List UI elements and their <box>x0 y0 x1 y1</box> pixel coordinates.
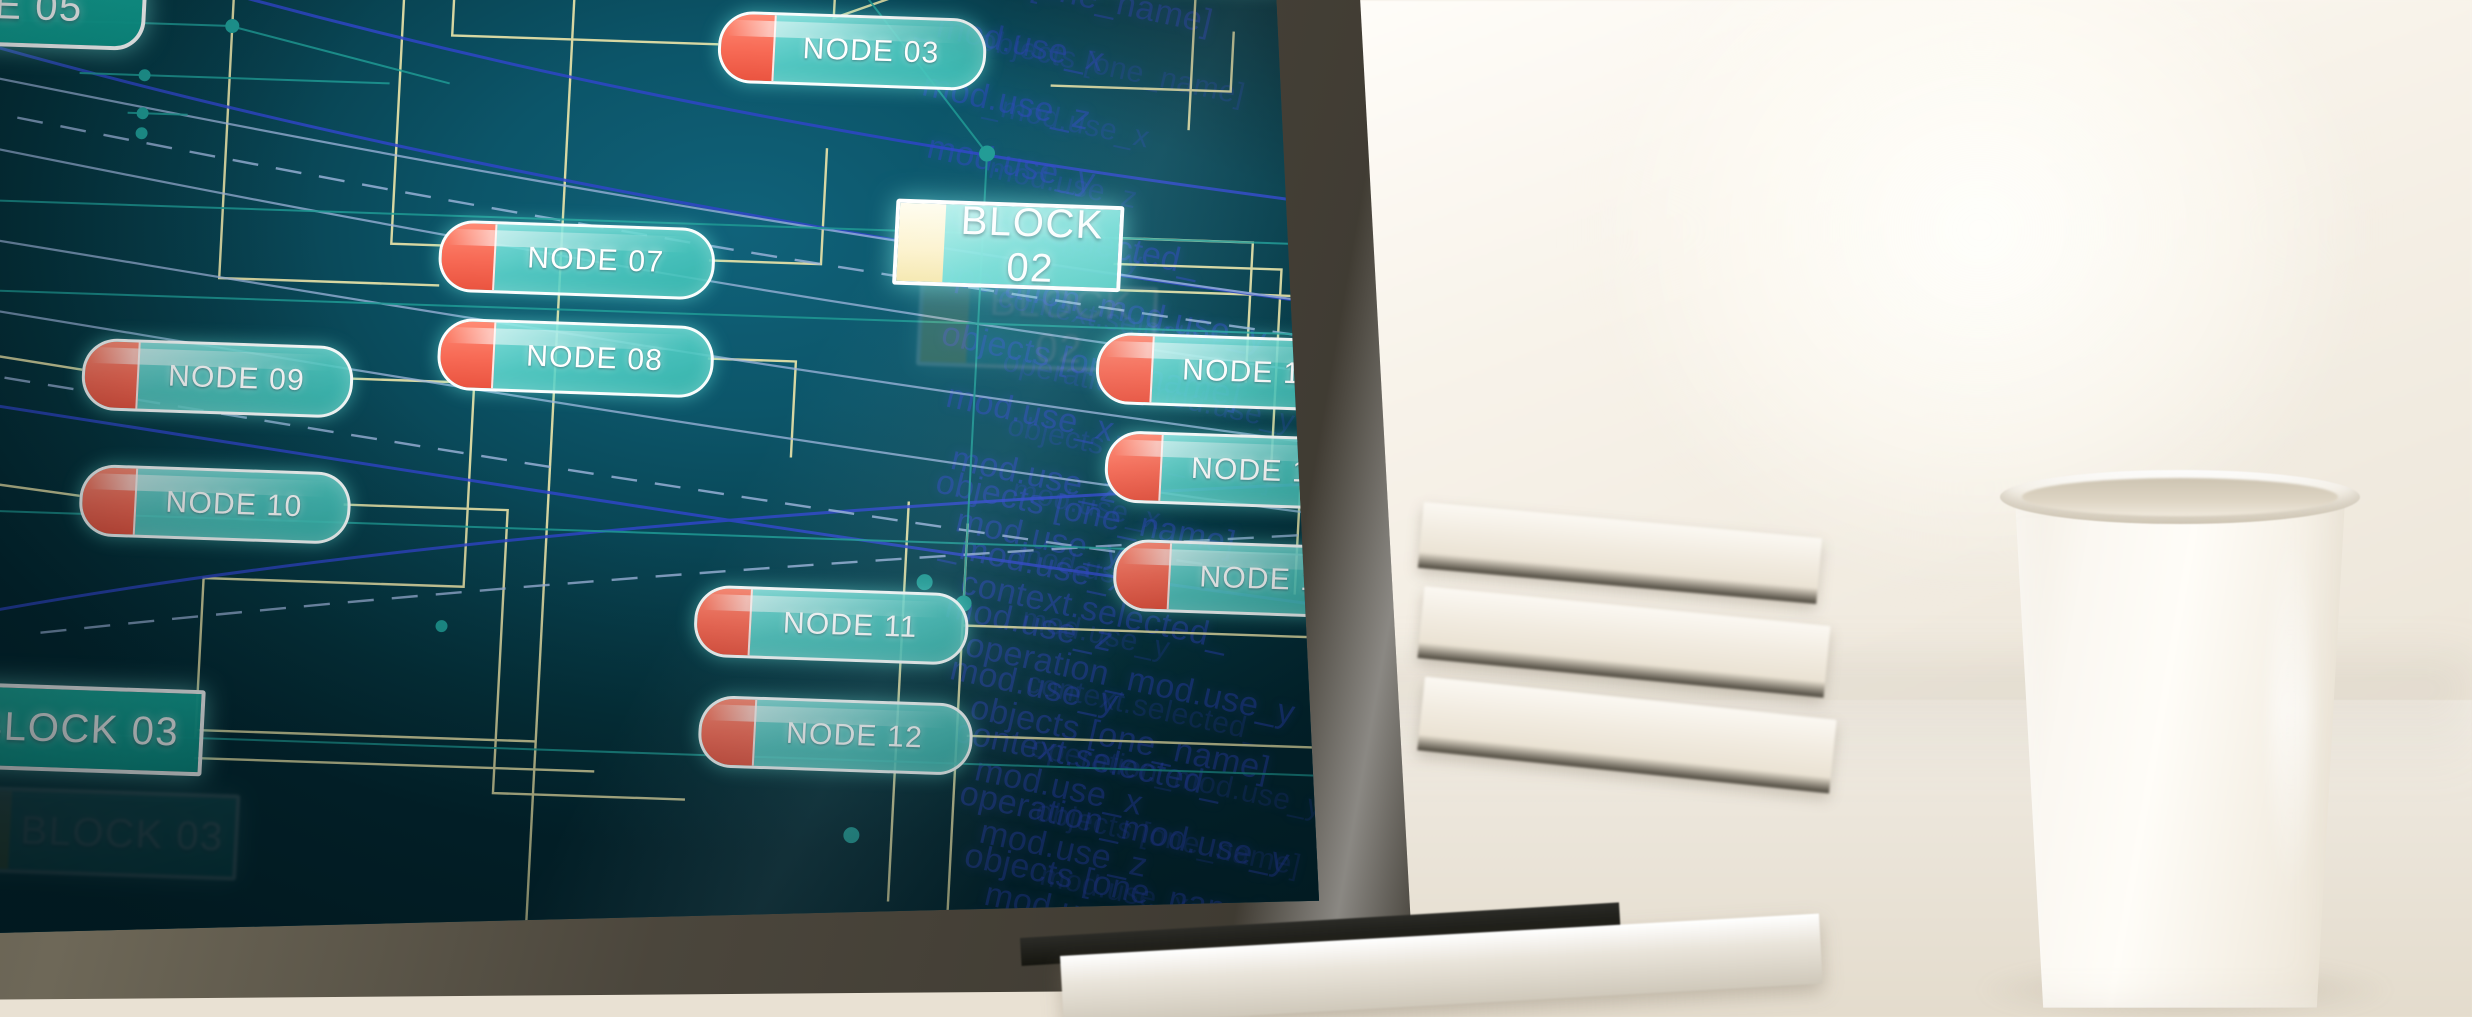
node-label: NODE 05 <box>0 0 84 30</box>
laptop-screen[interactable]: objects [one_name]_mod.use_xmod.use_zmod… <box>0 0 1320 936</box>
diagram-node-node-12[interactable]: NODE 12 <box>696 694 975 777</box>
diagram-canvas[interactable]: objects [one_name]_mod.use_xmod.use_zmod… <box>0 0 1320 936</box>
block-label: BLOCK 02 <box>959 198 1106 291</box>
node-cap-icon <box>1097 334 1155 403</box>
node-cap-icon <box>1106 433 1164 501</box>
node-label: NODE 08 <box>525 339 664 378</box>
cup-highlight <box>2270 520 2312 900</box>
node-label: NODE 07 <box>526 241 666 279</box>
node-label: NODE 03 <box>801 32 941 70</box>
node-cap-icon <box>699 697 758 766</box>
diagram-node-node-11[interactable]: NODE 11 <box>692 584 971 666</box>
node-cap-icon <box>438 320 497 389</box>
screenshot-root: objects [one_name]_mod.use_xmod.use_zmod… <box>0 0 2472 1017</box>
node-label: NODE 09 <box>167 359 306 398</box>
laptop: objects [one_name]_mod.use_xmod.use_zmod… <box>0 0 1500 1017</box>
diagram-node-node-03[interactable]: NODE 03 <box>716 10 988 92</box>
node-cap-icon <box>719 13 777 82</box>
node-cap-icon <box>1114 541 1173 610</box>
node-cap-icon <box>83 340 141 409</box>
diagram-block-block-03[interactable]: BLOCK 03 <box>0 680 206 777</box>
node-cap-icon <box>80 466 139 535</box>
node-label: NODE 12 <box>785 716 924 755</box>
cup-interior <box>2022 478 2338 516</box>
block-cap-icon <box>896 202 947 283</box>
diagram-node-node-10[interactable]: NODE 10 <box>77 463 353 545</box>
diagram-block-block-02[interactable]: BLOCK 02 <box>892 198 1125 293</box>
node-label: NODE 10 <box>164 485 304 524</box>
diagram-node-node-09[interactable]: NODE 09 <box>80 337 355 419</box>
block-cap <box>920 283 971 364</box>
block-03-reflection: BLOCK 03 <box>0 785 241 881</box>
node-cap-icon <box>440 222 498 291</box>
diagram-node-node-05[interactable]: NODE 05 <box>0 0 149 52</box>
diagram-node-node-08[interactable]: NODE 08 <box>435 317 716 399</box>
node-label: NODE 11 <box>782 606 919 645</box>
diagram-node-node-07[interactable]: NODE 07 <box>436 219 717 301</box>
node-cap-icon <box>695 587 753 656</box>
block-reflection-label: BLOCK 03 <box>19 807 225 859</box>
block-label: BLOCK 03 <box>0 703 181 755</box>
